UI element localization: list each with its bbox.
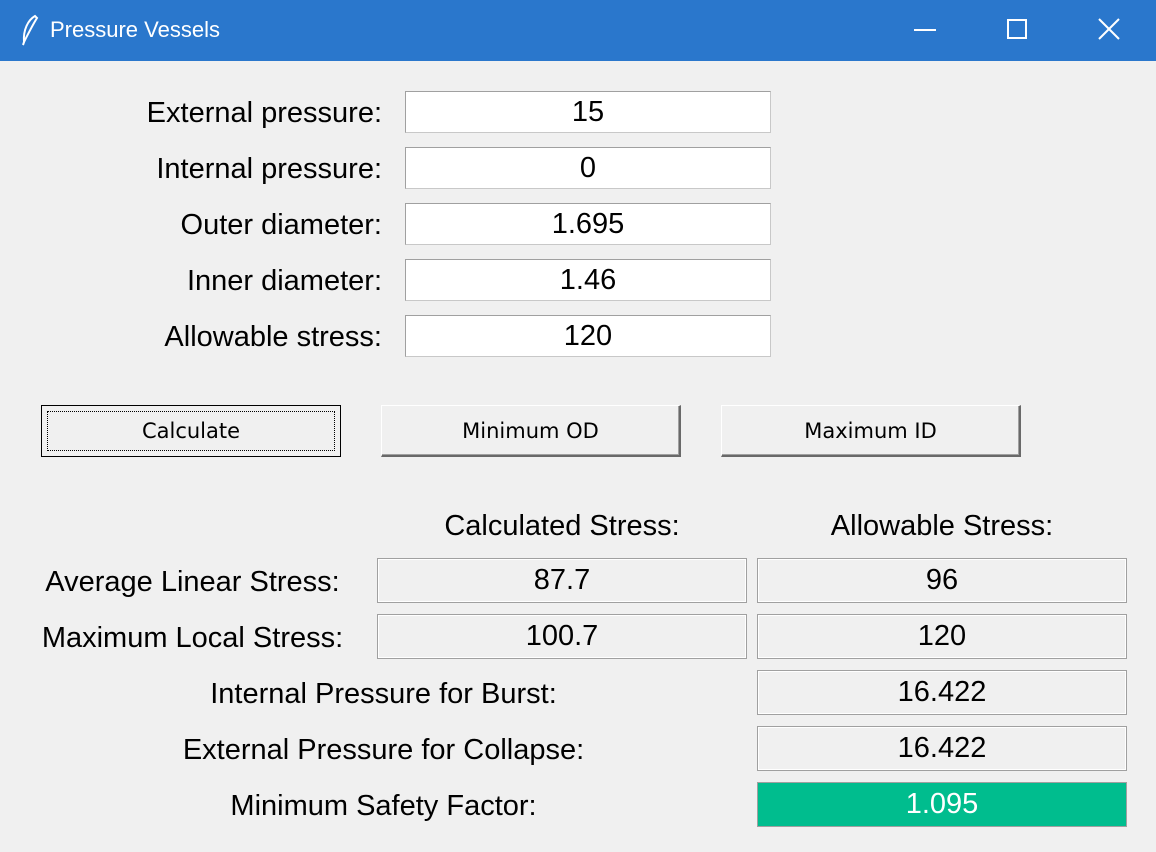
maximum-local-stress-label: Maximum Local Stress: [41, 622, 344, 654]
maximize-icon [1007, 19, 1027, 39]
safety-factor-label: Minimum Safety Factor: [230, 790, 537, 822]
external-pressure-input[interactable] [405, 91, 771, 133]
average-linear-calculated-value: 87.7 [377, 558, 747, 603]
calculate-button-label: Calculate [47, 411, 335, 451]
collapse-pressure-label: External Pressure for Collapse: [182, 734, 585, 766]
collapse-pressure-value: 16.422 [757, 726, 1127, 771]
internal-pressure-input[interactable] [405, 147, 771, 189]
burst-pressure-label: Internal Pressure for Burst: [210, 678, 557, 710]
maximum-local-allowable-value: 120 [757, 614, 1127, 659]
outer-diameter-label: Outer diameter: [180, 209, 382, 241]
maximum-id-button-label: Maximum ID [804, 418, 937, 443]
minimum-od-button[interactable]: Minimum OD [381, 405, 681, 457]
calculate-button[interactable]: Calculate [41, 405, 341, 457]
burst-pressure-value: 16.422 [757, 670, 1127, 715]
feather-icon [18, 14, 40, 46]
allowable-stress-input[interactable] [405, 315, 771, 357]
average-linear-stress-label: Average Linear Stress: [45, 566, 340, 598]
external-pressure-label: External pressure: [146, 97, 382, 129]
allowable-stress-header: Allowable Stress: [830, 510, 1054, 542]
minimum-od-button-label: Minimum OD [462, 418, 599, 443]
safety-factor-value: 1.095 [757, 782, 1127, 827]
internal-pressure-label: Internal pressure: [156, 153, 382, 185]
inner-diameter-label: Inner diameter: [186, 265, 382, 297]
minimize-button[interactable] [880, 0, 972, 61]
allowable-stress-label: Allowable stress: [164, 321, 382, 353]
outer-diameter-input[interactable] [405, 203, 771, 245]
close-icon [1098, 18, 1120, 40]
calculated-stress-header: Calculated Stress: [444, 510, 680, 542]
maximum-id-button[interactable]: Maximum ID [721, 405, 1021, 457]
maximum-local-calculated-value: 100.7 [377, 614, 747, 659]
title-bar[interactable]: Pressure Vessels [0, 0, 1156, 61]
minimize-icon [914, 29, 936, 31]
inner-diameter-input[interactable] [405, 259, 771, 301]
window-title: Pressure Vessels [50, 17, 220, 42]
maximize-button[interactable] [972, 0, 1064, 61]
average-linear-allowable-value: 96 [757, 558, 1127, 603]
close-button[interactable] [1064, 0, 1156, 61]
